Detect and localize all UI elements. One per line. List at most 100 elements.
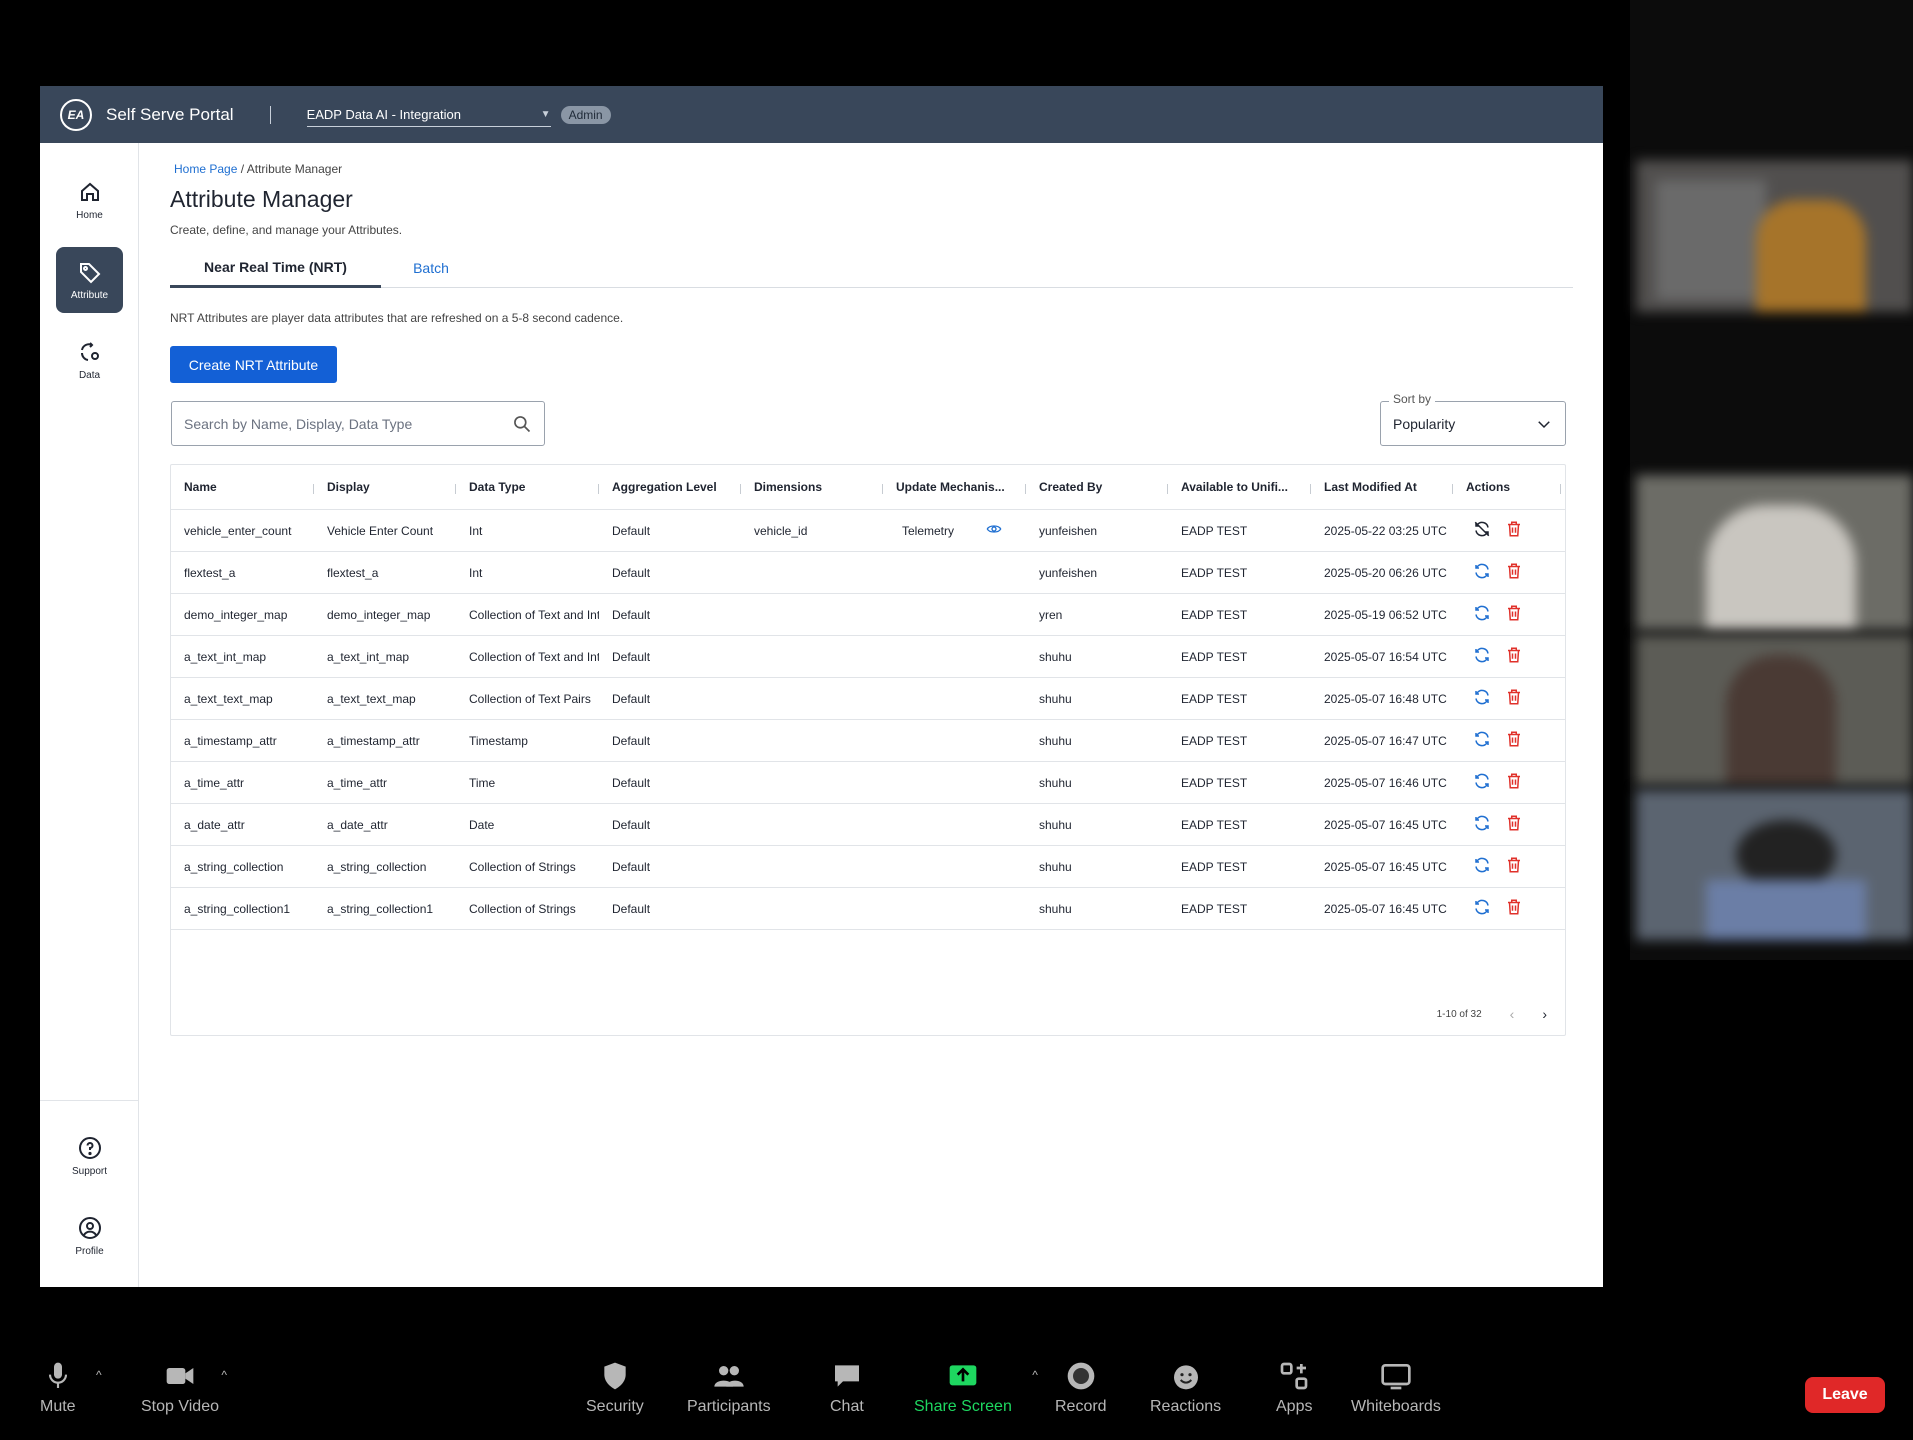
ea-logo[interactable]: EA [60,98,92,131]
prev-page-icon[interactable]: ‹ [1510,1006,1515,1022]
security-button[interactable]: Security [586,1360,644,1416]
table-row[interactable]: flextest_a flextest_a Int Default yunfeishen… [171,552,1565,594]
sync-icon[interactable] [1473,772,1491,793]
cell-name: demo_integer_map [184,607,288,622]
sync-icon[interactable] [1473,646,1491,667]
participant-video[interactable] [1636,790,1913,940]
cell-name: a_timestamp_attr [184,733,277,748]
delete-icon[interactable] [1505,604,1523,625]
delete-icon[interactable] [1505,646,1523,667]
sidebar-item-profile[interactable]: Profile [56,1203,123,1269]
mute-button[interactable]: Mute ^ [40,1360,102,1416]
column-header[interactable]: Data Type [456,480,599,494]
delete-icon[interactable] [1505,814,1523,835]
breadcrumb-home-link[interactable]: Home Page [174,162,237,176]
table-row[interactable]: a_timestamp_attr a_timestamp_attr Timestam… [171,720,1565,762]
create-nrt-attribute-button[interactable]: Create NRT Attribute [170,346,337,383]
participant-video[interactable] [1636,160,1913,312]
search-icon[interactable] [512,414,532,434]
apps-button[interactable]: Apps [1276,1360,1312,1416]
pagination: 1-10 of 32 ‹ › [1437,1006,1547,1022]
sync-icon[interactable] [1473,856,1491,877]
delete-icon[interactable] [1505,520,1523,541]
next-page-icon[interactable]: › [1542,1006,1547,1022]
workspace-select[interactable]: EADP Data AI - Integration ▼ [306,103,551,127]
cell-last-modified: 2025-05-07 16:45 UTC [1324,817,1447,832]
participant-video[interactable] [1636,635,1913,785]
table-row[interactable]: demo_integer_map demo_integer_map Collecti… [171,594,1565,636]
column-header[interactable]: Aggregation Level [599,480,741,494]
whiteboards-button[interactable]: Whiteboards [1351,1360,1441,1416]
participants-button[interactable]: Participants [687,1360,771,1416]
table-row[interactable]: a_time_attr a_time_attr Time Default shuhu EA… [171,762,1565,804]
sync-off-icon[interactable] [1473,520,1491,541]
column-header[interactable]: Name [171,480,314,494]
cell-display: demo_integer_map [327,607,431,622]
sidebar-item-label: Profile [75,1245,104,1257]
cell-data-type: Int [469,523,483,538]
participant-video[interactable] [1636,475,1913,630]
delete-icon[interactable] [1505,898,1523,919]
cell-update-mechanism: Telemetry [883,521,1026,540]
participants-panel [1630,0,1913,960]
stop-video-button[interactable]: Stop Video ^ [141,1360,227,1416]
tab-batch[interactable]: Batch [381,248,481,288]
sync-icon[interactable] [1473,604,1491,625]
column-header[interactable]: Available to Unifi... [1168,480,1311,494]
cell-aggregation: Default [612,775,651,790]
table-row[interactable]: a_text_int_map a_text_int_map Collection o… [171,636,1565,678]
sync-icon[interactable] [1473,688,1491,709]
cell-data-type: Collection of Strings [469,859,576,874]
column-header[interactable]: Dimensions [741,480,883,494]
cell-actions [1453,898,1561,919]
reactions-button[interactable]: Reactions [1150,1360,1221,1416]
eye-icon[interactable] [986,521,1002,540]
chevron-up-icon[interactable]: ^ [96,1368,102,1382]
sync-icon[interactable] [1473,730,1491,751]
table-row[interactable]: a_string_collection a_string_collection Co… [171,846,1565,888]
sidebar-item-home[interactable]: Home [56,167,123,233]
column-header[interactable]: Display [314,480,456,494]
chevron-up-icon[interactable]: ^ [1032,1368,1038,1382]
cell-created-by: shuhu [1039,733,1072,748]
delete-icon[interactable] [1505,730,1523,751]
delete-icon[interactable] [1505,856,1523,877]
search-placeholder: Search by Name, Display, Data Type [184,415,413,432]
sidebar-item-data[interactable]: Data [56,327,123,393]
cell-actions [1453,688,1561,709]
sort-select[interactable]: Sort by Popularity [1380,392,1566,446]
chevron-up-icon[interactable]: ^ [221,1368,227,1382]
sidebar-item-attribute[interactable]: Attribute [56,247,123,313]
delete-icon[interactable] [1505,562,1523,583]
smiley-icon [1173,1365,1198,1390]
tag-icon [79,262,100,283]
share-screen-button[interactable]: Share Screen ^ [914,1360,1038,1416]
sidebar-item-label: Attribute [70,289,109,301]
sync-icon[interactable] [1473,562,1491,583]
cell-name: a_text_text_map [184,691,273,706]
column-header[interactable]: Last Modified At [1311,480,1453,494]
table-row[interactable]: vehicle_enter_count Vehicle Enter Count In… [171,510,1565,552]
table-row[interactable]: a_string_collection1 a_string_collection1… [171,888,1565,930]
cell-created-by: shuhu [1039,859,1072,874]
sync-icon[interactable] [1473,814,1491,835]
leave-button[interactable]: Leave [1805,1377,1885,1413]
column-header[interactable]: Created By [1026,480,1168,494]
sync-icon[interactable] [1473,898,1491,919]
record-button[interactable]: Record [1055,1360,1107,1416]
table-row[interactable]: a_date_attr a_date_attr Date Default shuhu EA… [171,804,1565,846]
cell-actions [1453,772,1561,793]
cell-created-by: yunfeishen [1039,523,1098,538]
cell-display: a_text_text_map [327,691,416,706]
search-input[interactable]: Search by Name, Display, Data Type [171,401,545,446]
whiteboard-icon [1381,1364,1411,1390]
delete-icon[interactable] [1505,688,1523,709]
delete-icon[interactable] [1505,772,1523,793]
chat-button[interactable]: Chat [830,1360,864,1416]
column-header[interactable]: Update Mechanis... [883,480,1026,494]
share-screen-label: Share Screen [914,1398,1012,1415]
cell-display: a_timestamp_attr [327,733,420,748]
sidebar-item-support[interactable]: Support [56,1123,123,1189]
tab-nrt[interactable]: Near Real Time (NRT) [170,248,381,288]
table-row[interactable]: a_text_text_map a_text_text_map Collection… [171,678,1565,720]
